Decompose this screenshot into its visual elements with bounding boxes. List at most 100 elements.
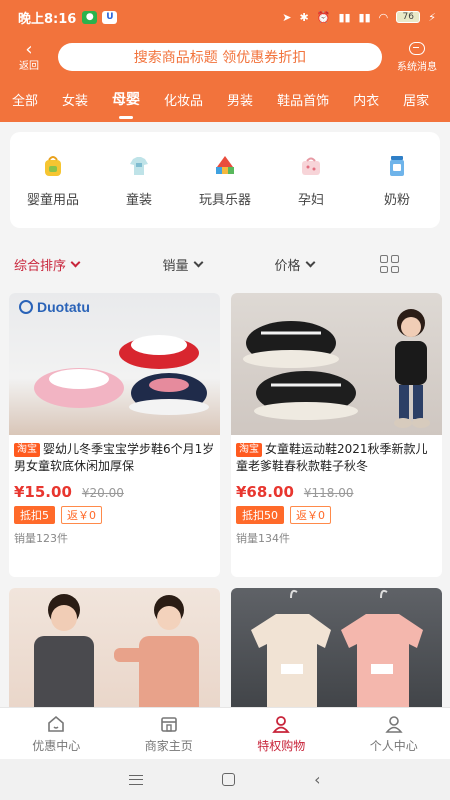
tab-shoes-jewelry[interactable]: 鞋品首饰	[277, 90, 329, 113]
sort-price[interactable]: 价格	[238, 255, 350, 274]
nav-label: 商家主页	[144, 738, 193, 753]
toy-blocks-icon	[216, 155, 234, 174]
system-nav-bar: ‹	[0, 759, 450, 800]
signal-icon-2: ▮▮	[358, 10, 371, 24]
store-icon	[160, 716, 177, 732]
system-message-label: 系统消息	[397, 61, 437, 73]
status-icons: ➤ ✱ ⏰ ▮▮ ▮▮ ◠ 76 ⚡	[282, 11, 436, 24]
subcategory-toys[interactable]: 玩具乐器	[186, 153, 264, 208]
sales-count: 销量123件	[14, 532, 68, 545]
current-price: ¥68.00	[236, 483, 294, 501]
message-bubble-icon	[409, 41, 425, 55]
chevron-down-icon	[70, 257, 81, 267]
product-image	[9, 588, 220, 718]
grid-view-icon[interactable]	[380, 255, 400, 273]
back-button[interactable]: ‹ 返回	[6, 38, 52, 72]
signal-icon: ▮▮	[338, 10, 351, 24]
home-button-icon[interactable]	[222, 773, 236, 786]
status-time: 晚上8:16	[18, 11, 77, 27]
home-icon	[48, 715, 65, 732]
nav-coupon-center[interactable]: 优惠中心	[0, 708, 113, 759]
wifi-icon: ◠	[378, 10, 389, 24]
tab-cosmetics[interactable]: 化妆品	[164, 90, 203, 113]
product-card[interactable]: Duotatu 淘宝 婴幼儿冬季宝宝学步鞋6个月1岁男女童软底休闲加厚保 ¥15.…	[9, 293, 220, 577]
product-card[interactable]: 淘宝 女童鞋运动鞋2021秋季新款儿童老爹鞋春秋款鞋子秋冬 ¥68.00 ¥118…	[231, 293, 442, 577]
product-card[interactable]	[9, 588, 220, 718]
search-input[interactable]: 搜索商品标题 领优惠券折扣	[58, 43, 382, 71]
bluetooth-icon: ✱	[299, 10, 309, 24]
sort-bar: 综合排序 销量 价格	[0, 246, 450, 282]
subcategory-baby-supplies[interactable]: 婴童用品	[14, 153, 92, 208]
back-arrow-icon: ‹	[25, 38, 33, 60]
price-row: ¥15.00 ¥20.00	[9, 479, 220, 501]
location-icon: ➤	[282, 10, 292, 24]
product-title: 淘宝 女童鞋运动鞋2021秋季新款儿童老爹鞋春秋款鞋子秋冬	[231, 435, 442, 479]
product-image	[231, 588, 442, 718]
subcategory-label: 孕妇	[297, 192, 324, 208]
tab-all[interactable]: 全部	[12, 90, 38, 113]
sort-price-label: 价格	[274, 258, 301, 274]
tab-home[interactable]: 居家	[403, 90, 429, 113]
baby-shoes-illustration	[34, 335, 209, 415]
sort-overall[interactable]: 综合排序	[14, 255, 126, 274]
product-title-text: 女童鞋运动鞋2021秋季新款儿童老爹鞋春秋款鞋子秋冬	[236, 442, 428, 473]
battery-icon: 76	[396, 11, 421, 23]
wechat-icon: ●	[82, 10, 98, 24]
subcategory-kids-clothes[interactable]: 童装	[100, 153, 178, 208]
sort-overall-label: 综合排序	[14, 258, 67, 274]
promo-chips: 抵扣50 返￥0	[231, 501, 442, 524]
deduction-chip: 抵扣50	[236, 506, 284, 524]
product-card[interactable]	[231, 588, 442, 718]
taobao-badge: 淘宝	[236, 443, 262, 457]
product-title-text: 婴幼儿冬季宝宝学步鞋6个月1岁男女童软底休闲加厚保	[14, 442, 215, 473]
tab-women[interactable]: 女装	[62, 90, 88, 113]
charging-icon: ⚡	[428, 10, 436, 24]
subcategory-card: 婴童用品 童装 玩具乐器 孕妇 奶粉	[10, 132, 440, 228]
product-image	[231, 293, 442, 435]
tab-underwear[interactable]: 内衣	[353, 90, 379, 113]
product-title: 淘宝 婴幼儿冬季宝宝学步鞋6个月1岁男女童软底休闲加厚保	[9, 435, 220, 479]
subcategory-maternity[interactable]: 孕妇	[272, 153, 350, 208]
tab-men[interactable]: 男装	[227, 90, 253, 113]
subcategory-label: 婴童用品	[26, 192, 79, 208]
maternity-bag-icon	[302, 157, 320, 175]
price-row: ¥68.00 ¥118.00	[231, 479, 442, 501]
person-icon	[272, 715, 291, 733]
nav-privilege-shopping[interactable]: 特权购物	[225, 708, 338, 759]
search-row: ‹ 返回 搜索商品标题 领优惠券折扣 系统消息	[0, 34, 450, 80]
nav-merchant-home[interactable]: 商家主页	[113, 708, 226, 759]
status-bar: 晚上8:16 ● U ➤ ✱ ⏰ ▮▮ ▮▮ ◠ 76 ⚡	[0, 0, 450, 34]
subcategory-label: 童装	[125, 192, 152, 208]
promo-chips: 抵扣5 返￥0	[9, 501, 220, 524]
app-u-icon: U	[102, 10, 118, 24]
kids-sweaters-illustration	[34, 594, 199, 718]
chevron-down-icon	[305, 257, 315, 267]
subcategory-label: 玩具乐器	[198, 192, 251, 208]
sort-sales-label: 销量	[162, 258, 189, 274]
back-triangle-icon[interactable]: ‹	[314, 770, 320, 789]
sort-sales[interactable]: 销量	[126, 255, 238, 274]
milk-powder-icon	[390, 155, 404, 176]
rebate-chip: 返￥0	[61, 506, 102, 524]
subcategory-label: 奶粉	[383, 192, 410, 208]
original-price: ¥118.00	[303, 486, 354, 500]
user-icon	[385, 715, 403, 733]
tab-mother-baby[interactable]: 母婴	[112, 89, 140, 113]
category-tabs: 全部 女装 母婴 化妆品 男装 鞋品首饰 内衣 居家	[0, 80, 450, 122]
kids-clothes-icon	[130, 156, 148, 175]
recent-apps-icon[interactable]	[129, 774, 144, 785]
nav-personal-center[interactable]: 个人中心	[338, 708, 450, 759]
bottom-nav: 优惠中心 商家主页 特权购物 个人中心	[0, 707, 450, 759]
hanging-sweaters-illustration	[251, 589, 423, 718]
deduction-chip: 抵扣5	[14, 506, 55, 524]
baby-bag-icon	[45, 155, 61, 176]
sneakers-illustration	[243, 309, 430, 428]
nav-label: 个人中心	[369, 738, 418, 753]
nav-label: 优惠中心	[32, 738, 81, 753]
sales-count: 销量134件	[236, 532, 290, 545]
current-price: ¥15.00	[14, 483, 72, 501]
system-message-button[interactable]: 系统消息	[392, 41, 442, 73]
subcategory-milk-powder[interactable]: 奶粉	[358, 153, 436, 208]
taobao-badge: 淘宝	[14, 443, 40, 457]
rebate-chip: 返￥0	[290, 506, 331, 524]
